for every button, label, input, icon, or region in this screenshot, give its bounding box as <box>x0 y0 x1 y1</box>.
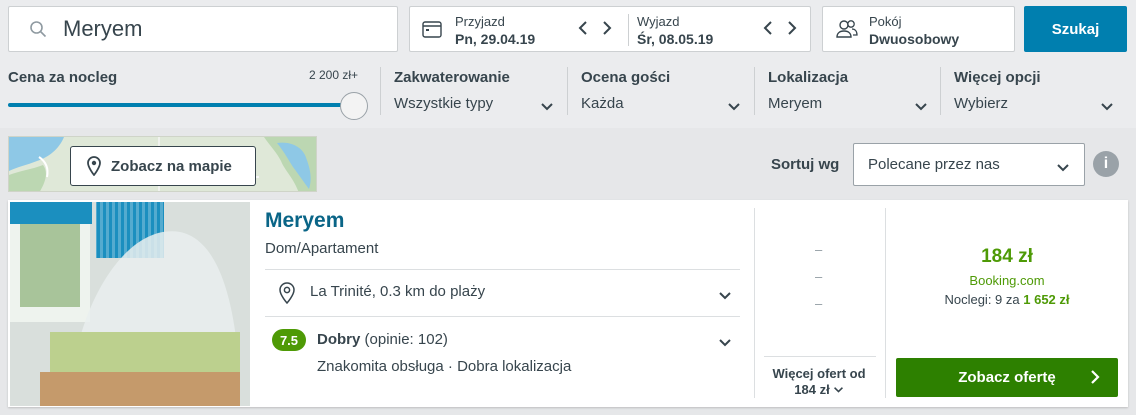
date-picker[interactable]: Przyjazd Pn, 29.04.19 Wyjazd Śr, 08.05.1… <box>409 6 811 52</box>
room-label: Pokój <box>869 14 902 29</box>
filter-divider <box>567 67 568 115</box>
price-provider: Booking.com <box>969 273 1045 288</box>
more-offers-link[interactable]: Więcej ofert od 184 zł <box>762 366 876 398</box>
chevron-down-icon <box>727 99 741 117</box>
show-on-map-label: Zobacz na mapie <box>111 157 232 175</box>
empty-offer: – <box>815 269 823 284</box>
chevron-right-icon <box>1090 369 1100 389</box>
price-slider-handle[interactable] <box>340 92 368 120</box>
checkout-label: Wyjazd <box>637 14 680 29</box>
nights-summary: Noclegi: 9 za 1 652 zł <box>886 292 1128 307</box>
rating-value: Każda <box>581 95 624 112</box>
location-value: Meryem <box>768 95 823 112</box>
price-filter-label: Cena za nocleg <box>8 69 118 86</box>
location-filter[interactable]: Lokalizacja Meryem <box>768 67 928 115</box>
map-pin-icon <box>279 282 295 309</box>
divider <box>265 316 740 317</box>
search-query: Meryem <box>63 16 143 41</box>
more-options-label: Więcej opcji <box>954 69 1041 86</box>
rating-highlights: Znakomita obsługa · Dobra lokalizacja <box>317 358 572 375</box>
room-value: Dwuosobowy <box>869 31 960 47</box>
column-divider <box>754 208 755 398</box>
price-slider-track[interactable] <box>8 103 354 107</box>
chevron-down-icon <box>1100 99 1114 117</box>
hotel-photo[interactable] <box>10 202 250 406</box>
more-options-filter[interactable]: Więcej opcji Wybierz <box>954 67 1120 115</box>
sort-select[interactable]: Polecane przez nas <box>853 143 1085 186</box>
accommodation-label: Zakwaterowanie <box>394 69 510 86</box>
checkout-prev-icon[interactable] <box>762 18 774 38</box>
more-offers-price: 184 zł <box>794 382 830 397</box>
info-icon[interactable]: i <box>1093 151 1119 177</box>
checkout-value: Śr, 08.05.19 <box>637 31 714 47</box>
sort-label: Sortuj wg <box>771 156 840 173</box>
filter-divider <box>754 67 755 115</box>
map-pin-icon <box>87 156 101 176</box>
room-selector[interactable]: Pokój Dwuosobowy <box>822 6 1015 52</box>
chevron-down-icon <box>833 382 844 398</box>
search-input[interactable]: Meryem <box>8 6 398 52</box>
chevron-down-icon <box>540 99 554 117</box>
view-deal-label: Zobacz ofertę <box>958 369 1056 386</box>
checkin-value: Pn, 29.04.19 <box>455 31 536 47</box>
checkin-prev-icon[interactable] <box>577 18 589 38</box>
nights-prefix: Noclegi: 9 za <box>944 292 1020 307</box>
divider <box>764 356 876 357</box>
search-button[interactable]: Szukaj <box>1024 6 1127 52</box>
calendar-icon <box>422 20 442 43</box>
accommodation-filter[interactable]: Zakwaterowanie Wszystkie typy <box>394 67 554 115</box>
chevron-down-icon <box>914 99 928 117</box>
date-divider <box>628 14 629 46</box>
show-on-map-button[interactable]: Zobacz na mapie <box>70 146 256 186</box>
rating-label: Ocena gości <box>581 69 671 86</box>
view-deal-button[interactable]: Zobacz ofertę <box>896 358 1118 397</box>
empty-offer: – <box>815 296 823 311</box>
more-options-value: Wybierz <box>954 95 1009 112</box>
accommodation-value: Wszystkie typy <box>394 95 494 112</box>
filter-divider <box>940 67 941 115</box>
empty-offer: – <box>815 242 823 257</box>
checkin-next-icon[interactable] <box>601 18 613 38</box>
rating-count: (opinie: 102) <box>364 331 448 348</box>
hotel-location: La Trinité, 0.3 km do plaży <box>310 283 486 300</box>
checkin-label: Przyjazd <box>455 14 505 29</box>
chevron-down-icon <box>1056 160 1070 178</box>
nights-total: 1 652 zł <box>1023 292 1070 307</box>
best-price: 184 zł <box>981 246 1033 267</box>
guests-icon <box>835 18 859 45</box>
rating-badge: 7.5 <box>272 329 306 351</box>
hotel-name[interactable]: Meryem <box>265 209 344 233</box>
chevron-down-icon[interactable] <box>718 335 732 353</box>
more-offers-line1: Więcej ofert od <box>772 366 866 381</box>
price-filter-max: 2 200 zł+ <box>309 68 359 82</box>
filter-divider <box>380 67 381 115</box>
rating-filter[interactable]: Ocena gości Każda <box>581 67 741 115</box>
checkout-next-icon[interactable] <box>786 18 798 38</box>
chevron-down-icon <box>718 288 732 306</box>
rating-summary: Dobry (opinie: 102) <box>317 331 448 348</box>
hotel-type: Dom/Apartament <box>265 240 379 257</box>
rating-word: Dobry <box>317 331 361 348</box>
search-icon <box>27 18 49 40</box>
location-label: Lokalizacja <box>768 69 849 86</box>
sort-value: Polecane przez nas <box>868 156 1000 173</box>
